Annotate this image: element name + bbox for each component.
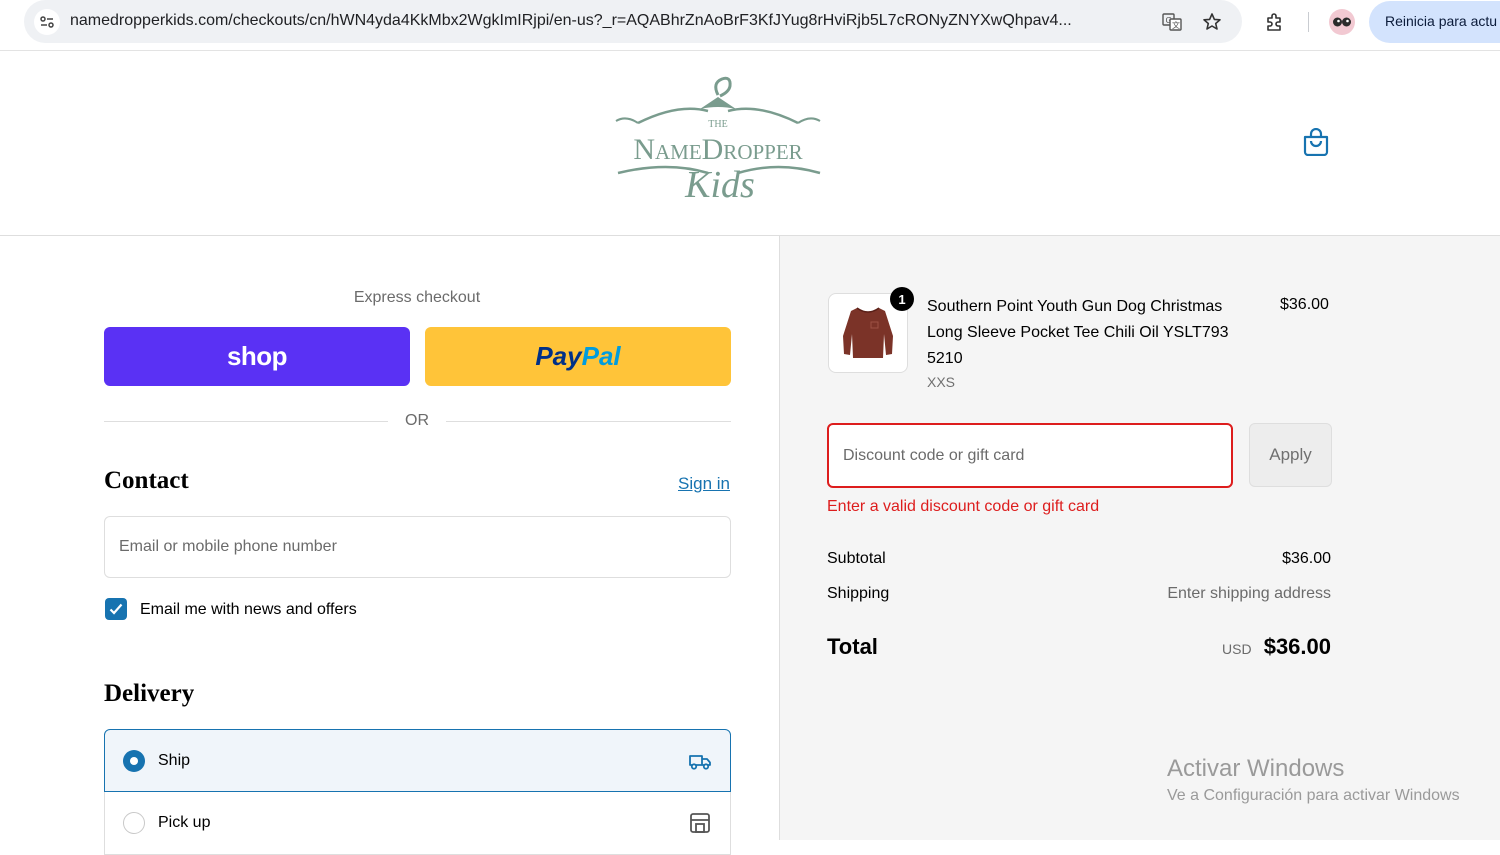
checkmark-icon bbox=[109, 603, 123, 615]
apply-discount-button[interactable]: Apply bbox=[1249, 423, 1332, 487]
total-currency: USD bbox=[1222, 641, 1252, 657]
total-value: $36.00 bbox=[1263, 634, 1331, 659]
shipping-value: Enter shipping address bbox=[1167, 585, 1331, 602]
subtotal-label: Subtotal bbox=[827, 550, 886, 567]
subtotal-value: $36.00 bbox=[1282, 550, 1331, 567]
ship-radio[interactable] bbox=[123, 750, 145, 772]
delivery-heading: Delivery bbox=[104, 680, 195, 707]
toolbar-separator bbox=[1308, 12, 1309, 32]
delivery-option-pickup[interactable]: Pick up bbox=[104, 792, 731, 855]
bookmark-star-icon[interactable] bbox=[1201, 11, 1223, 33]
newsletter-label[interactable]: Email me with news and offers bbox=[140, 601, 357, 619]
product-variant: XXS bbox=[927, 374, 956, 390]
url-text[interactable]: namedropperkids.com/checkouts/cn/hWN4yda… bbox=[70, 12, 1145, 30]
shopping-bag-icon[interactable] bbox=[1303, 128, 1329, 156]
svg-text:Kids: Kids bbox=[684, 164, 755, 206]
pickup-label: Pick up bbox=[158, 814, 211, 831]
product-name: Southern Point Youth Gun Dog Christmas L… bbox=[927, 298, 1229, 367]
store-icon bbox=[690, 813, 710, 833]
shipping-label: Shipping bbox=[827, 585, 890, 602]
shop-pay-button[interactable]: shop bbox=[104, 327, 410, 386]
truck-icon bbox=[689, 755, 711, 770]
namedropper-kids-logo[interactable]: THE NameDropper Kids bbox=[608, 75, 828, 215]
divider-right bbox=[446, 421, 731, 422]
paypal-label-pal: Pal bbox=[581, 341, 621, 371]
windows-activation-subtitle: Ve a Configuración para activar Windows bbox=[1167, 787, 1460, 804]
discount-error-message: Enter a valid discount code or gift card bbox=[827, 498, 1100, 515]
contact-heading: Contact bbox=[104, 467, 189, 494]
paypal-button[interactable]: PayPal bbox=[425, 327, 731, 386]
ship-label: Ship bbox=[158, 752, 191, 769]
delivery-option-ship[interactable]: Ship bbox=[104, 729, 731, 792]
total-label: Total bbox=[827, 634, 878, 659]
svg-text:THE: THE bbox=[708, 119, 727, 130]
newsletter-checkbox[interactable] bbox=[105, 598, 127, 620]
svg-text:NameDropper: NameDropper bbox=[633, 133, 802, 166]
express-checkout-label: Express checkout bbox=[353, 289, 481, 306]
order-summary: 1 Southern Point Youth Gun Dog Christmas… bbox=[779, 236, 1500, 840]
or-separator: OR bbox=[405, 412, 429, 429]
divider-left bbox=[104, 421, 388, 422]
profile-avatar-icon[interactable] bbox=[1329, 9, 1355, 35]
extensions-puzzle-icon[interactable] bbox=[1263, 10, 1287, 34]
svg-text:文: 文 bbox=[1172, 20, 1180, 30]
browser-toolbar: namedropperkids.com/checkouts/cn/hWN4yda… bbox=[0, 0, 1500, 51]
product-price: $36.00 bbox=[1280, 296, 1329, 313]
sign-in-link[interactable]: Sign in bbox=[678, 474, 730, 494]
windows-activation-title: Activar Windows bbox=[1167, 755, 1345, 782]
pickup-radio[interactable] bbox=[123, 812, 145, 834]
store-header: THE NameDropper Kids bbox=[0, 51, 1500, 236]
paypal-label-pay: Pay bbox=[535, 341, 582, 371]
discount-code-input[interactable] bbox=[827, 423, 1233, 488]
relaunch-update-button[interactable]: Reinicia para actu bbox=[1369, 1, 1500, 43]
address-bar[interactable]: namedropperkids.com/checkouts/cn/hWN4yda… bbox=[24, 0, 1242, 43]
email-field[interactable] bbox=[104, 516, 731, 578]
site-info-icon[interactable] bbox=[34, 9, 60, 35]
quantity-badge: 1 bbox=[890, 287, 914, 311]
translate-icon[interactable]: G文 bbox=[1161, 11, 1183, 33]
